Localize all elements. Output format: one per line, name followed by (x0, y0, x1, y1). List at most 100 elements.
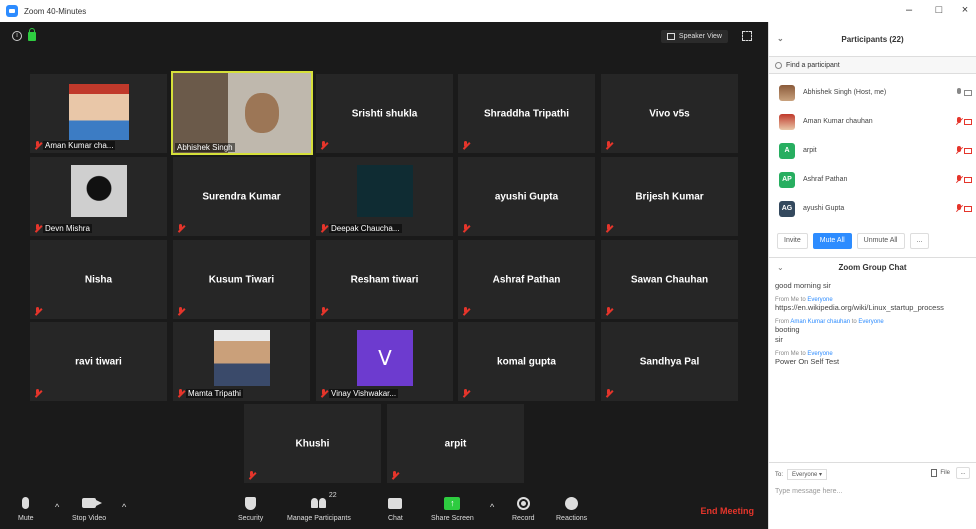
participant-name: Srishti shukla (351, 108, 418, 119)
participant-list-item[interactable]: AP Ashraf Pathan (769, 165, 976, 194)
speaker-view-button[interactable]: Speaker View (660, 30, 728, 43)
participant-list-item[interactable]: Aman Kumar chauhan (769, 107, 976, 136)
participant-tile[interactable]: Khushi (244, 404, 381, 483)
participant-tile[interactable]: Srishti shukla (316, 74, 453, 153)
side-panel: ⌄ Participants (22) Find a participant A… (768, 22, 976, 529)
participant-tile[interactable]: Mamta Tripathi (173, 322, 310, 401)
audio-options-caret-icon[interactable]: ^ (55, 502, 59, 512)
participant-search[interactable]: Find a participant (769, 56, 976, 74)
participant-list-item[interactable]: Abhishek Singh (Host, me) (769, 78, 976, 107)
participant-tile[interactable]: komal gupta (458, 322, 595, 401)
participant-tile[interactable]: ayushi Gupta (458, 157, 595, 236)
participant-tile[interactable]: Ashraf Pathan (458, 240, 595, 319)
participant-actions: Invite Mute All Unmute All ... (769, 223, 976, 257)
participant-list-name: Aman Kumar chauhan (803, 118, 873, 125)
invite-button[interactable]: Invite (777, 233, 808, 249)
camera-off-icon (964, 147, 972, 154)
share-screen-button[interactable]: ↑ Share Screen (431, 494, 474, 522)
mic-muted-icon (34, 141, 41, 150)
lock-icon[interactable] (28, 28, 36, 41)
avatar: AP (779, 171, 795, 188)
microphone-icon (956, 88, 962, 97)
unmute-all-button[interactable]: Unmute All (856, 233, 905, 249)
reactions-button[interactable]: Reactions (556, 494, 587, 522)
chat-composer: To: Everyone ▾ File ... Type message her… (769, 462, 976, 501)
close-button[interactable]: × (956, 4, 974, 16)
participant-photo (357, 165, 413, 217)
title-bar: Zoom 40-Minutes – □ × (0, 0, 976, 22)
participant-tile[interactable]: arpit (387, 404, 524, 483)
participant-tile[interactable]: Devn Mishra (30, 157, 167, 236)
chat-more-button[interactable]: ... (956, 467, 970, 479)
participant-tile[interactable]: ravi tiwari (30, 322, 167, 401)
mute-button[interactable]: Mute (18, 494, 34, 522)
video-options-caret-icon[interactable]: ^ (122, 502, 126, 512)
more-options-button[interactable]: ... (909, 233, 930, 249)
participant-photo (71, 165, 127, 217)
participant-tile[interactable]: Aman Kumar cha... (30, 74, 167, 153)
participant-tile[interactable]: Kusum Tiwari (173, 240, 310, 319)
search-placeholder: Find a participant (786, 61, 840, 69)
mic-muted-icon (177, 389, 184, 398)
record-button[interactable]: Record (512, 494, 535, 522)
chat-messages: good morning sir From Me to Everyone htt… (769, 277, 976, 371)
participant-tile-active-speaker[interactable]: Abhishek Singh (171, 71, 313, 155)
end-meeting-button[interactable]: End Meeting (701, 506, 755, 516)
participant-tile[interactable]: Shraddha Tripathi (458, 74, 595, 153)
file-label: File (940, 470, 950, 476)
participant-tile[interactable]: Sawan Chauhan (601, 240, 738, 319)
stop-video-button[interactable]: Stop Video (72, 494, 106, 522)
record-icon (516, 496, 530, 510)
chat-button[interactable]: Chat (388, 494, 403, 522)
recipient-link[interactable]: Everyone (858, 319, 883, 325)
participant-name: ayushi Gupta (494, 191, 559, 202)
participant-list-item[interactable]: A arpit (769, 136, 976, 165)
chat-message-input[interactable]: Type message here... (775, 488, 970, 495)
collapse-chevron-icon[interactable]: ⌄ (777, 34, 784, 43)
minimize-button[interactable]: – (900, 4, 918, 16)
mic-muted-icon (462, 307, 469, 316)
participant-tile[interactable]: Resham tiwari (316, 240, 453, 319)
share-options-caret-icon[interactable]: ^ (490, 502, 494, 512)
participant-tile[interactable]: Surendra Kumar (173, 157, 310, 236)
maximize-button[interactable]: □ (930, 4, 948, 16)
participant-face (245, 93, 279, 133)
camera-off-icon (964, 176, 972, 183)
chat-message: booting (775, 325, 800, 334)
participant-name: Vivo v5s (649, 108, 690, 119)
mute-all-button[interactable]: Mute All (812, 233, 852, 249)
recipient-select[interactable]: Everyone ▾ (787, 469, 828, 480)
participant-list-item[interactable]: AG ayushi Gupta (769, 194, 976, 223)
avatar: A (779, 142, 795, 159)
manage-participants-button[interactable]: 22 Manage Participants (287, 492, 351, 522)
mic-muted-icon (956, 175, 962, 184)
collapse-chevron-icon[interactable]: ⌄ (777, 263, 784, 272)
mic-muted-icon (462, 224, 469, 233)
participant-name: Brijesh Kumar (635, 191, 704, 202)
meeting-info-icons: i (12, 28, 36, 41)
mic-muted-icon (177, 307, 184, 316)
participant-tile[interactable]: Brijesh Kumar (601, 157, 738, 236)
file-button[interactable]: File (931, 469, 950, 477)
chat-header: ⌄ Zoom Group Chat (769, 257, 976, 277)
participant-tile[interactable]: Sandhya Pal (601, 322, 738, 401)
fullscreen-icon[interactable] (742, 31, 752, 41)
mic-muted-icon (34, 224, 41, 233)
participant-name: Deepak Chaucha... (329, 224, 402, 233)
chat-message[interactable]: https://en.wikipedia.org/wiki/Linux_star… (775, 303, 970, 313)
record-label: Record (512, 515, 535, 522)
info-icon[interactable]: i (12, 30, 22, 41)
security-button[interactable]: Security (238, 494, 263, 522)
participant-list-name: ayushi Gupta (803, 205, 845, 212)
participant-tile[interactable]: Nisha (30, 240, 167, 319)
stop-video-label: Stop Video (72, 515, 107, 522)
microphone-icon (22, 497, 30, 509)
participant-tile[interactable]: V Vinay Vishwakar... (316, 322, 453, 401)
chat-message: sir (775, 335, 783, 344)
participant-list-name: Abhishek Singh (Host, me) (803, 89, 887, 96)
participant-tile[interactable]: Deepak Chaucha... (316, 157, 453, 236)
participant-name: arpit (444, 438, 467, 449)
chat-label: Chat (388, 515, 403, 522)
camera-icon (964, 89, 972, 96)
participant-tile[interactable]: Vivo v5s (601, 74, 738, 153)
